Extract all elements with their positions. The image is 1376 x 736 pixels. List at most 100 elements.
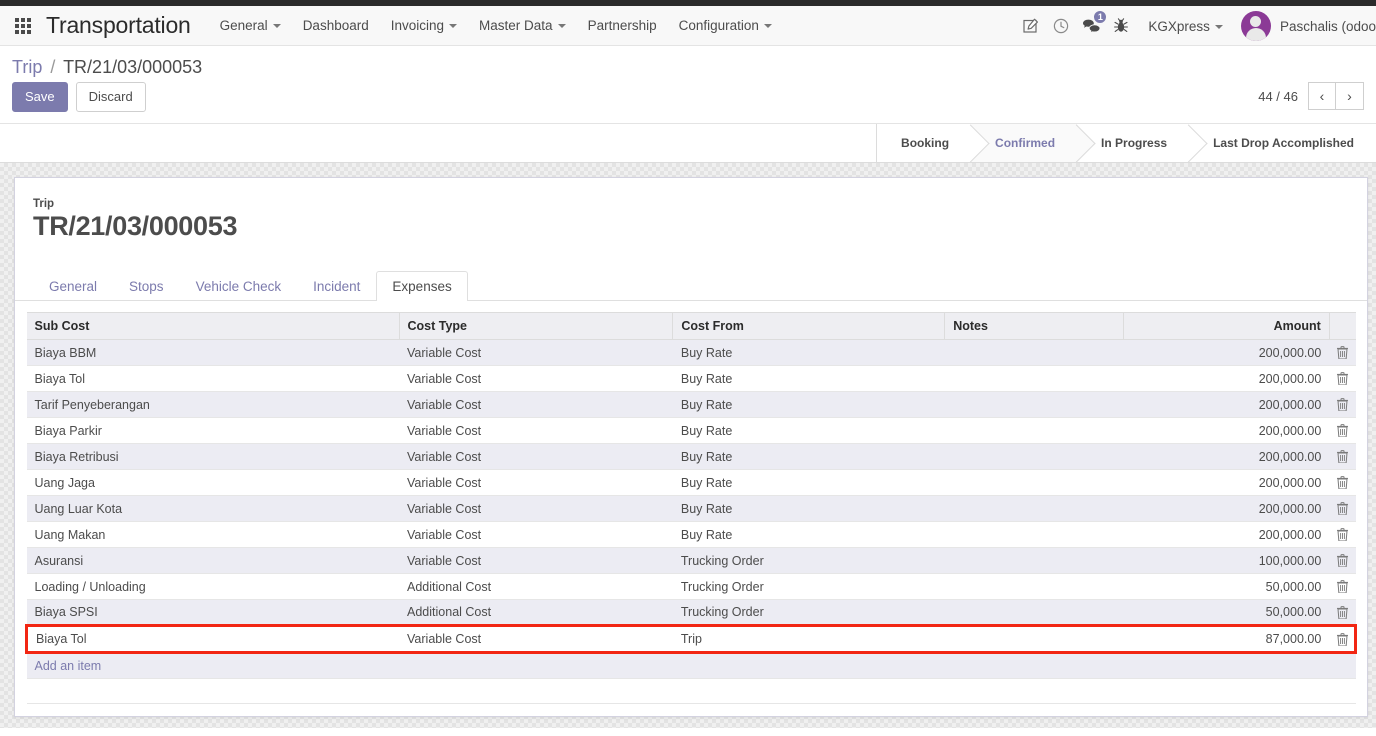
cell-notes[interactable] [944,495,1124,522]
cell-notes[interactable] [944,469,1124,496]
cell-cost-from[interactable]: Trucking Order [672,573,945,600]
cell-cost-from[interactable]: Buy Rate [672,469,945,496]
cell-cost-type[interactable]: Variable Cost [399,547,673,574]
cell-sub-cost[interactable]: Tarif Penyeberangan [26,391,400,418]
table-row[interactable]: Biaya BBM Variable Cost Buy Rate 200,000.00 [26,339,1356,366]
pager-previous-button[interactable]: ‹ [1308,82,1336,110]
table-row[interactable]: Tarif Penyeberangan Variable Cost Buy Rate… [26,391,1356,418]
cell-cost-from[interactable]: Trucking Order [672,547,945,574]
cell-cost-from[interactable]: Buy Rate [672,495,945,522]
cell-cost-type[interactable]: Variable Cost [399,495,673,522]
trash-icon[interactable] [1329,365,1356,392]
cell-cost-type[interactable]: Variable Cost [399,417,673,444]
add-an-item-link[interactable]: Add an item [35,659,102,673]
cell-notes[interactable] [944,417,1124,444]
cell-cost-type[interactable]: Additional Cost [399,599,673,626]
trash-icon[interactable] [1329,469,1356,496]
cell-cost-type[interactable]: Variable Cost [399,469,673,496]
menu-item-master-data[interactable]: Master Data [468,12,577,39]
clock-icon[interactable] [1046,6,1076,46]
cell-amount[interactable]: 50,000.00 [1123,573,1330,600]
trash-icon[interactable] [1329,417,1356,444]
tab-general[interactable]: General [33,271,113,301]
cell-cost-type[interactable]: Additional Cost [399,573,673,600]
cell-cost-from[interactable]: Trip [672,624,945,654]
cell-cost-type[interactable]: Variable Cost [399,365,673,392]
add-item-row[interactable]: Add an item [26,652,1356,679]
cell-notes[interactable] [944,573,1124,600]
table-row[interactable]: Uang Jaga Variable Cost Buy Rate 200,000.00 [26,469,1356,496]
tab-expenses[interactable]: Expenses [376,271,468,301]
trash-icon[interactable] [1329,521,1356,548]
cell-cost-from[interactable]: Buy Rate [672,417,945,444]
cell-notes[interactable] [944,599,1124,626]
tab-vehicle-check[interactable]: Vehicle Check [180,271,298,301]
add-item-cell[interactable]: Add an item [26,652,1356,679]
cell-cost-type[interactable]: Variable Cost [399,443,673,470]
bug-icon[interactable] [1106,6,1136,46]
menu-item-invoicing[interactable]: Invoicing [380,12,468,39]
cell-amount[interactable]: 200,000.00 [1123,417,1330,444]
column-header-sub-cost[interactable]: Sub Cost [26,312,400,340]
column-header-cost-from[interactable]: Cost From [672,312,946,340]
cell-cost-from[interactable]: Buy Rate [672,391,945,418]
cell-amount[interactable]: 50,000.00 [1123,599,1330,626]
table-row[interactable]: Biaya Retribusi Variable Cost Buy Rate 200,… [26,443,1356,470]
edit-icon[interactable] [1016,6,1046,46]
breadcrumb-root[interactable]: Trip [12,57,42,77]
menu-item-dashboard[interactable]: Dashboard [292,12,380,39]
cell-sub-cost[interactable]: Uang Makan [26,521,400,548]
menu-item-partnership[interactable]: Partnership [577,12,668,39]
cell-notes[interactable] [944,521,1124,548]
cell-amount[interactable]: 200,000.00 [1123,495,1330,522]
cell-sub-cost[interactable]: Biaya SPSI [26,599,400,626]
cell-notes[interactable] [944,443,1124,470]
status-item-booking[interactable]: Booking [877,124,972,162]
cell-sub-cost[interactable]: Uang Jaga [26,469,400,496]
column-header-amount[interactable]: Amount [1123,312,1330,340]
cell-amount[interactable]: 100,000.00 [1123,547,1330,574]
trash-icon[interactable] [1329,391,1356,418]
user-menu[interactable]: Paschalis (odoo [1231,11,1376,41]
cell-notes[interactable] [944,365,1124,392]
cell-amount[interactable]: 200,000.00 [1123,365,1330,392]
trash-icon[interactable] [1329,573,1356,600]
menu-item-general[interactable]: General [209,12,292,39]
cell-cost-from[interactable]: Trucking Order [672,599,945,626]
table-row[interactable]: Uang Luar Kota Variable Cost Buy Rate 200,0… [26,495,1356,522]
cell-sub-cost[interactable]: Biaya BBM [26,339,400,366]
cell-amount[interactable]: 200,000.00 [1123,469,1330,496]
cell-notes[interactable] [944,391,1124,418]
tab-stops[interactable]: Stops [113,271,180,301]
trash-icon[interactable] [1329,443,1356,470]
cell-cost-from[interactable]: Buy Rate [672,365,945,392]
cell-sub-cost[interactable]: Biaya Tol [25,624,400,654]
trash-icon[interactable] [1329,624,1358,654]
status-item-last-drop-accomplished[interactable]: Last Drop Accomplished [1189,124,1376,162]
cell-amount[interactable]: 87,000.00 [1123,624,1330,654]
table-row[interactable]: Asuransi Variable Cost Trucking Order 100,0… [26,547,1356,574]
trash-icon[interactable] [1329,495,1356,522]
column-header-notes[interactable]: Notes [944,312,1125,340]
cell-sub-cost[interactable]: Biaya Retribusi [26,443,400,470]
cell-sub-cost[interactable]: Biaya Tol [26,365,400,392]
cell-amount[interactable]: 200,000.00 [1123,339,1330,366]
cell-notes[interactable] [944,547,1124,574]
company-switcher[interactable]: KGXpress [1136,13,1231,40]
trash-icon[interactable] [1329,599,1356,626]
messages-icon[interactable]: 1 [1076,6,1108,46]
apps-menu-button[interactable] [0,6,46,46]
menu-item-configuration[interactable]: Configuration [668,12,783,39]
cell-amount[interactable]: 200,000.00 [1123,391,1330,418]
cell-cost-type[interactable]: Variable Cost [399,624,673,654]
table-row[interactable]: Biaya Tol Variable Cost Trip 87,000.00 [25,624,1358,654]
cell-sub-cost[interactable]: Asuransi [26,547,400,574]
cell-cost-from[interactable]: Buy Rate [672,443,945,470]
cell-sub-cost[interactable]: Loading / Unloading [26,573,400,600]
cell-cost-from[interactable]: Buy Rate [672,521,945,548]
cell-sub-cost[interactable]: Uang Luar Kota [26,495,400,522]
save-button[interactable]: Save [12,82,68,112]
cell-cost-type[interactable]: Variable Cost [399,391,673,418]
app-brand-title[interactable]: Transportation [46,12,191,39]
trash-icon[interactable] [1329,547,1356,574]
